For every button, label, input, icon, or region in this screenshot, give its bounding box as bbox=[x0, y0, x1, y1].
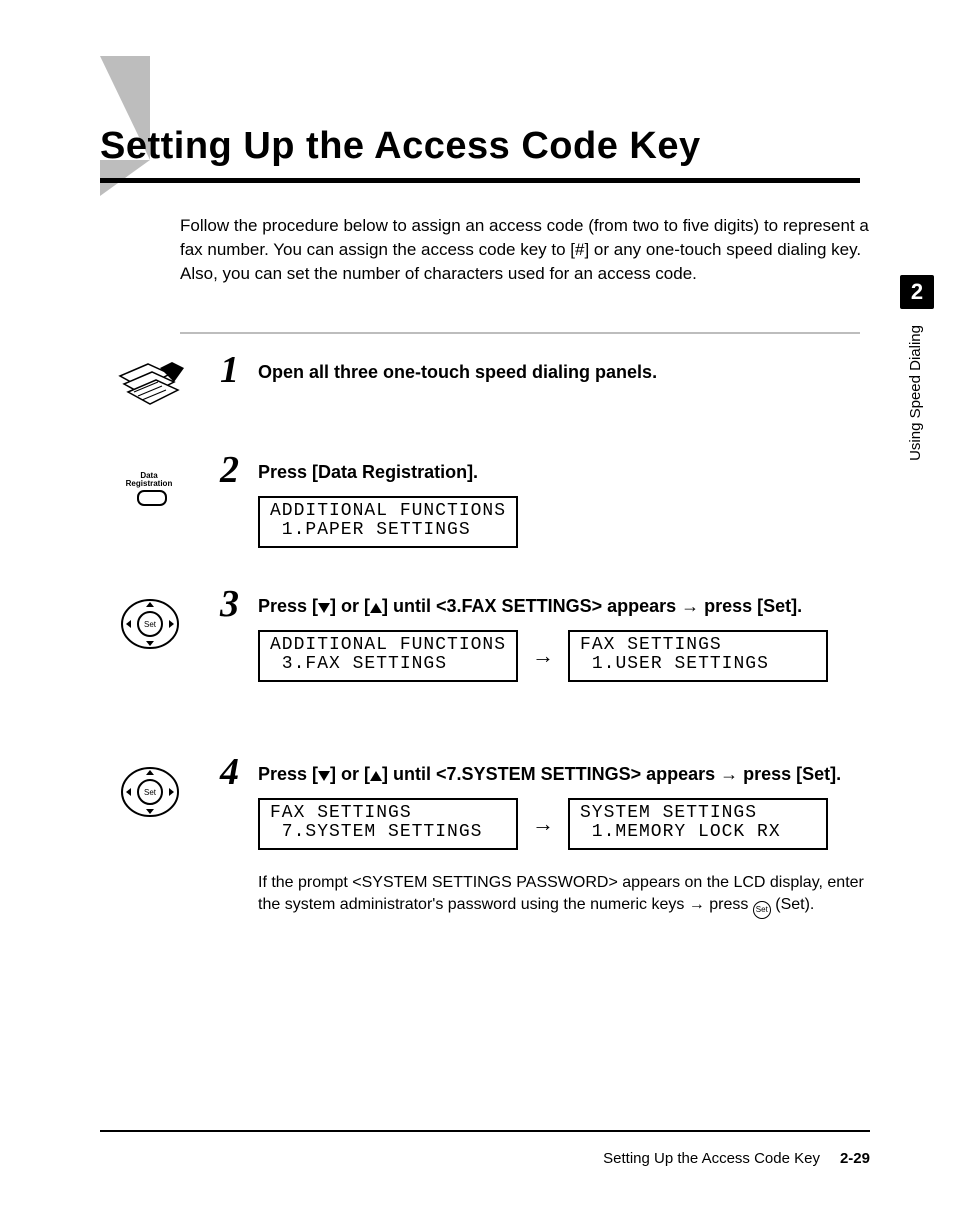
button-rect-icon bbox=[137, 490, 167, 506]
step-3-lcd-row: ADDITIONAL FUNCTIONS 3.FAX SETTINGS → FA… bbox=[258, 630, 868, 682]
panels-icon bbox=[110, 360, 190, 420]
footer-title: Setting Up the Access Code Key bbox=[603, 1150, 820, 1167]
step-number-4: 4 bbox=[220, 750, 239, 794]
page-bottom-rule bbox=[100, 1130, 870, 1132]
right-arrow-icon: → bbox=[532, 643, 554, 669]
set-nav-icon: Set bbox=[110, 762, 190, 822]
svg-text:Set: Set bbox=[144, 788, 157, 797]
up-arrow-icon bbox=[370, 603, 382, 613]
step-4-title: Press [] or [] until <7.SYSTEM SETTINGS>… bbox=[258, 762, 868, 786]
step-3-title: Press [] or [] until <3.FAX SETTINGS> ap… bbox=[258, 594, 868, 618]
intro-paragraph: Follow the procedure below to assign an … bbox=[180, 214, 870, 285]
section-heading: Setting Up the Access Code Key bbox=[100, 125, 870, 168]
set-nav-icon: Set bbox=[110, 594, 190, 654]
step-number-3: 3 bbox=[220, 582, 239, 626]
lcd-screen: FAX SETTINGS 1.USER SETTINGS bbox=[568, 630, 828, 682]
chapter-side-tab: 2 Using Speed Dialing bbox=[900, 275, 934, 475]
step-number-2: 2 bbox=[220, 448, 239, 492]
lcd-screen: ADDITIONAL FUNCTIONS 3.FAX SETTINGS bbox=[258, 630, 518, 682]
step-4-lcd-row: FAX SETTINGS 7.SYSTEM SETTINGS → SYSTEM … bbox=[258, 798, 868, 850]
right-arrow-icon: → bbox=[532, 811, 554, 837]
right-arrow-icon: → bbox=[720, 762, 738, 786]
step-4-note: If the prompt <SYSTEM SETTINGS PASSWORD>… bbox=[258, 872, 868, 919]
svg-text:Set: Set bbox=[144, 620, 157, 629]
down-arrow-icon bbox=[318, 603, 330, 613]
heading-rule bbox=[100, 178, 860, 183]
right-arrow-icon: → bbox=[681, 594, 699, 618]
right-arrow-icon: → bbox=[689, 894, 705, 916]
page-footer: Setting Up the Access Code Key 2-29 bbox=[100, 1150, 870, 1167]
step-2-title: Press [Data Registration]. bbox=[258, 460, 868, 484]
step-number-1: 1 bbox=[220, 348, 239, 392]
chapter-number-badge: 2 bbox=[900, 275, 934, 309]
footer-page-number: 2-29 bbox=[840, 1150, 870, 1167]
data-registration-label: DataRegistration bbox=[126, 472, 173, 488]
lcd-screen: ADDITIONAL FUNCTIONS 1.PAPER SETTINGS bbox=[258, 496, 518, 548]
up-arrow-icon bbox=[370, 771, 382, 781]
set-key-icon: Set bbox=[753, 901, 771, 919]
step-1-title: Open all three one-touch speed dialing p… bbox=[258, 360, 868, 384]
data-registration-button-icon: DataRegistration bbox=[110, 460, 190, 520]
chapter-label: Using Speed Dialing bbox=[907, 325, 924, 461]
section-heading-wrap: Setting Up the Access Code Key bbox=[100, 125, 870, 183]
step-2-lcd-row: ADDITIONAL FUNCTIONS 1.PAPER SETTINGS bbox=[258, 496, 868, 548]
lcd-screen: SYSTEM SETTINGS 1.MEMORY LOCK RX bbox=[568, 798, 828, 850]
down-arrow-icon bbox=[318, 771, 330, 781]
intro-divider bbox=[180, 332, 860, 334]
lcd-screen: FAX SETTINGS 7.SYSTEM SETTINGS bbox=[258, 798, 518, 850]
